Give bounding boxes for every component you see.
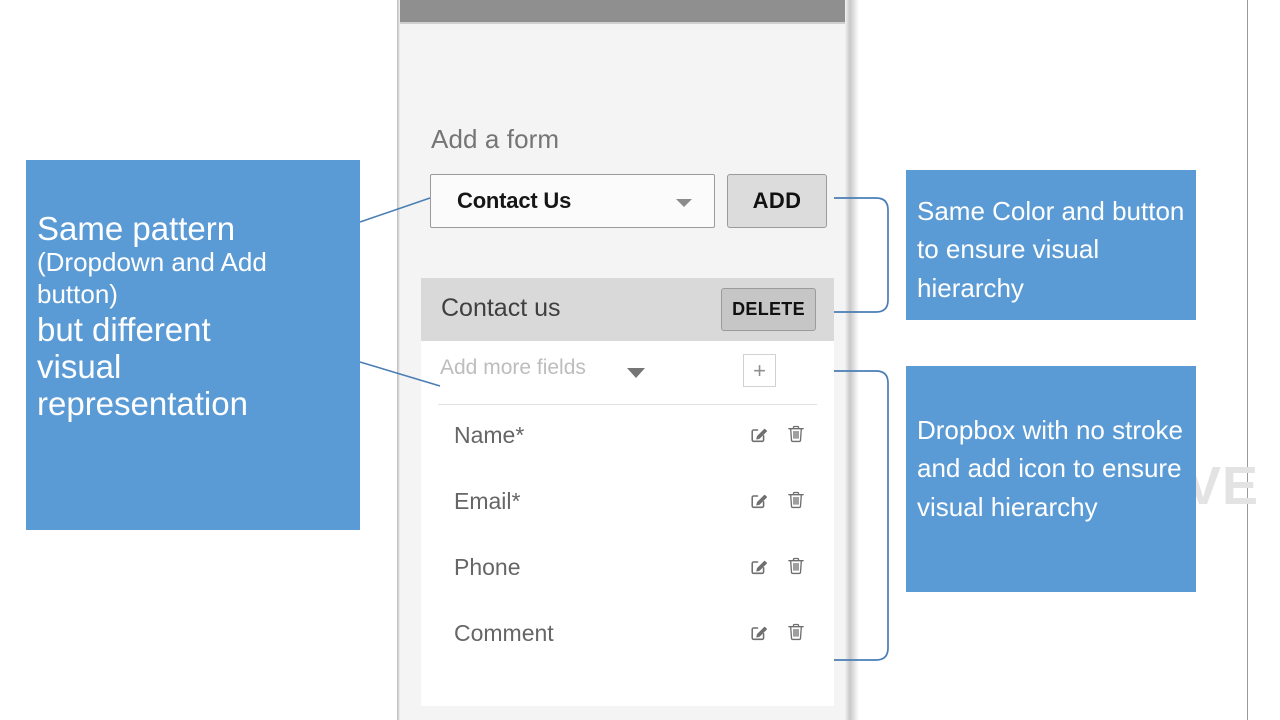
annotation-left-line4: but different [37,310,211,348]
field-list: Name* Email* Phone Comment [421,405,834,669]
form-card-title: Contact us [441,294,561,322]
edit-pencil-icon[interactable] [748,621,770,645]
annotation-left-line6: representation [37,385,248,423]
trash-icon[interactable] [786,423,808,447]
field-row: Comment [421,603,834,669]
field-label: Name* [454,422,525,448]
field-row: Email* [421,471,834,537]
chevron-down-icon [676,199,692,207]
app-panel-left-shadow [397,0,400,720]
add-more-fields-row: Add more fields + [421,341,834,404]
field-row: Phone [421,537,834,603]
app-titlebar [400,0,856,22]
annotation-left-line2: (Dropdown and Add [37,247,267,278]
edit-pencil-icon[interactable] [748,555,770,579]
edit-pencil-icon[interactable] [748,423,770,447]
chevron-down-icon[interactable] [627,368,645,378]
app-panel-right-shadow [845,0,859,720]
form-card-header: Contact us DELETE [421,278,834,341]
app-titlebar-underline [400,22,856,24]
field-actions [748,555,808,579]
add-field-button[interactable]: + [743,354,776,387]
annotation-right-top: Same Color and button to ensure visual h… [906,170,1196,320]
edit-pencil-icon[interactable] [748,489,770,513]
delete-form-button[interactable]: DELETE [721,288,816,331]
add-more-fields-select[interactable]: Add more fields [440,356,586,380]
field-actions [748,489,808,513]
annotation-left-line5: visual [37,348,122,385]
trash-icon[interactable] [786,555,808,579]
field-row: Name* [421,405,834,471]
add-a-form-heading: Add a form [431,124,560,154]
annotation-left: Same pattern (Dropdown and Add button) b… [26,160,360,530]
add-form-button[interactable]: ADD [727,174,827,228]
watermark-text: VE [1185,456,1260,516]
field-actions [748,423,808,447]
trash-icon[interactable] [786,621,808,645]
field-actions [748,621,808,645]
form-type-select[interactable]: Contact Us [430,174,715,228]
annotation-left-line1: Same pattern [37,210,236,247]
field-label: Comment [454,620,554,646]
trash-icon[interactable] [786,489,808,513]
annotation-left-line3: button) [37,279,118,309]
field-label: Phone [454,554,521,580]
form-type-select-value: Contact Us [457,188,572,213]
annotation-right-bottom: Dropbox with no stroke and add icon to e… [906,366,1196,592]
form-card: Contact us DELETE Add more fields + Name… [421,278,834,706]
field-label: Email* [454,488,521,514]
slide-right-divider [1247,0,1248,720]
